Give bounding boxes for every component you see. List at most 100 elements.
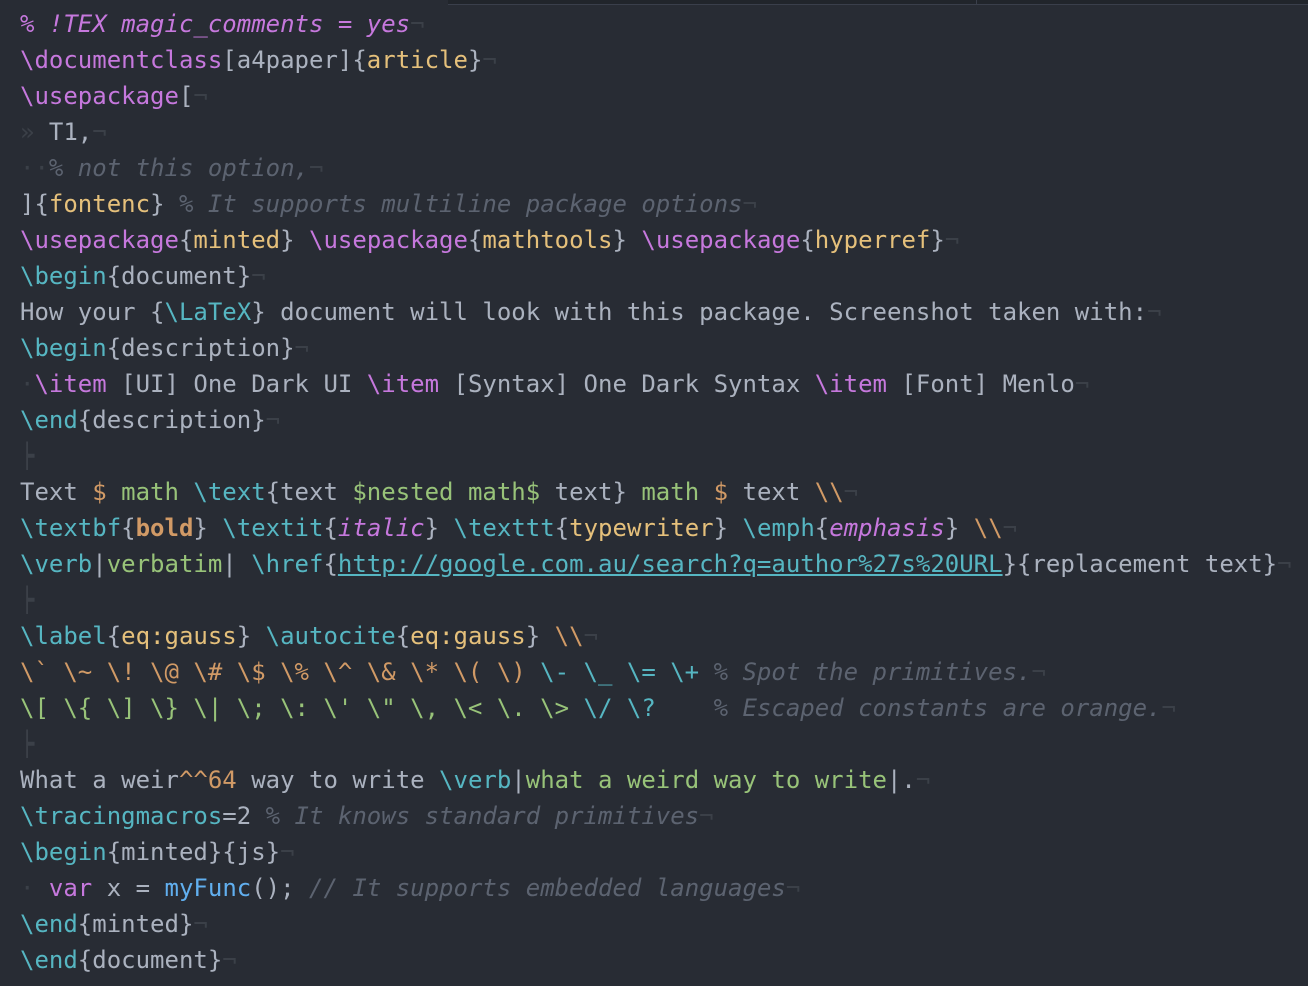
code-token: {description} bbox=[106, 334, 295, 362]
code-token: math bbox=[641, 478, 714, 506]
code-token: http://google.com.au/search?q=author%27s… bbox=[337, 550, 1003, 578]
code-line[interactable]: How your {\LaTeX} document will look wit… bbox=[20, 294, 1292, 330]
code-token: | bbox=[222, 550, 252, 578]
eol-marker: ¬ bbox=[1074, 370, 1090, 398]
eol-marker: ¬ bbox=[785, 874, 801, 902]
eol-marker: ¬ bbox=[1031, 658, 1046, 686]
code-token: % not this option, bbox=[48, 154, 309, 182]
code-token: \- \_ \= \+ bbox=[525, 658, 714, 686]
code-token: \href bbox=[251, 550, 324, 578]
code-token: % Escaped constants are orange. bbox=[670, 694, 1162, 722]
code-token: [a4paper]{ bbox=[222, 46, 367, 74]
code-token: { bbox=[323, 514, 338, 542]
code-token: \begin bbox=[20, 334, 107, 362]
code-token: } bbox=[424, 514, 454, 542]
code-token: verbatim bbox=[106, 550, 223, 578]
eol-marker: ¬ bbox=[583, 622, 599, 650]
code-token: { bbox=[814, 514, 830, 542]
code-token: // It supports embedded languages bbox=[309, 874, 786, 902]
code-token: emphasis bbox=[829, 514, 945, 542]
code-token: Text bbox=[20, 478, 93, 506]
code-token: { bbox=[800, 226, 815, 254]
code-token: % It knows standard primitives bbox=[265, 802, 700, 830]
code-line[interactable]: ┝ bbox=[20, 438, 1292, 474]
code-token: hyperref bbox=[814, 226, 931, 254]
code-token: {document} bbox=[106, 262, 252, 290]
code-token: mathtools bbox=[482, 226, 613, 254]
invisible-marker: · bbox=[20, 874, 49, 902]
code-line[interactable]: ┝ bbox=[20, 726, 1292, 762]
code-token: { bbox=[395, 622, 411, 650]
code-line[interactable]: \begin{document}¬ bbox=[20, 258, 1292, 294]
code-line[interactable]: Text $ math \text{text $nested math$ tex… bbox=[20, 474, 1292, 510]
code-line[interactable]: \` \~ \! \@ \# \$ \% \^ \& \* \( \) \- \… bbox=[20, 654, 1292, 690]
code-token: \usepackage bbox=[20, 82, 179, 110]
code-token: \begin bbox=[20, 838, 107, 866]
code-token: [Syntax] One Dark Syntax bbox=[439, 370, 815, 398]
code-text-area[interactable]: % !TEX magic_comments = yes¬ \documentcla… bbox=[20, 6, 1292, 978]
eol-marker: ¬ bbox=[742, 190, 757, 218]
code-token: \begin bbox=[20, 262, 107, 290]
code-line[interactable]: \begin{minted}{js}¬ bbox=[20, 834, 1292, 870]
code-token: \emph bbox=[742, 514, 815, 542]
code-line[interactable]: \usepackage{minted} \usepackage{mathtool… bbox=[20, 222, 1292, 258]
code-token: [UI] One Dark UI bbox=[106, 370, 367, 398]
code-token: fontenc bbox=[48, 190, 151, 218]
code-token: math bbox=[106, 478, 194, 506]
code-line[interactable]: ┝ bbox=[20, 582, 1292, 618]
code-line[interactable]: ·\item [UI] One Dark UI \item [Syntax] O… bbox=[20, 366, 1292, 402]
code-token: \` \~ \! \@ \# \$ \% \^ \& \* \( \) bbox=[20, 658, 526, 686]
code-line[interactable]: ]{fontenc} % It supports multiline packa… bbox=[20, 186, 1292, 222]
eol-marker: ¬ bbox=[1002, 514, 1018, 542]
invisible-marker: ·· bbox=[20, 154, 49, 182]
code-token: \documentclass bbox=[20, 46, 223, 74]
eol-marker: ¬ bbox=[193, 910, 208, 938]
code-line[interactable]: \textbf{bold} \textit{italic} \texttt{ty… bbox=[20, 510, 1292, 546]
code-line[interactable]: \end{document}¬ bbox=[20, 942, 1292, 978]
code-line[interactable]: % !TEX magic_comments = yes¬ bbox=[20, 6, 1292, 42]
code-token: ^^64 bbox=[178, 766, 237, 794]
code-token: } bbox=[713, 514, 743, 542]
code-line[interactable]: \label{eq:gauss} \autocite{eq:gauss} \\¬ bbox=[20, 618, 1292, 654]
code-token: } bbox=[612, 226, 642, 254]
code-token: way to write bbox=[236, 766, 440, 794]
code-line[interactable]: \end{minted}¬ bbox=[20, 906, 1292, 942]
code-line[interactable]: \tracingmacros=2 % It knows standard pri… bbox=[20, 798, 1292, 834]
code-token: minted bbox=[193, 226, 281, 254]
invisible-marker: · bbox=[20, 370, 35, 398]
code-line[interactable]: \documentclass[a4paper]{article}¬ bbox=[20, 42, 1292, 78]
code-token: typewriter bbox=[569, 514, 714, 542]
code-line[interactable]: \begin{description}¬ bbox=[20, 330, 1292, 366]
code-line[interactable]: · var x = myFunc(); // It supports embed… bbox=[20, 870, 1292, 906]
code-token: % Spot the primitives. bbox=[713, 658, 1032, 686]
code-token: \text bbox=[193, 478, 266, 506]
code-token: {minted}{js} bbox=[106, 838, 281, 866]
code-token: \label bbox=[20, 622, 107, 650]
code-token: var bbox=[48, 874, 93, 902]
code-line[interactable]: \usepackage[¬ bbox=[20, 78, 1292, 114]
code-line[interactable]: \end{description}¬ bbox=[20, 402, 1292, 438]
eol-marker: ¬ bbox=[482, 46, 497, 74]
code-token: \item bbox=[34, 370, 107, 398]
code-token: What a weir bbox=[20, 766, 179, 794]
pane-divider bbox=[976, 0, 977, 4]
code-token: \end bbox=[20, 946, 78, 974]
eol-marker: ¬ bbox=[294, 334, 309, 362]
code-token: what a weird way to write bbox=[525, 766, 887, 794]
code-token: } bbox=[525, 622, 555, 650]
code-token: \texttt bbox=[453, 514, 555, 542]
code-editor[interactable]: % !TEX magic_comments = yes¬ \documentcla… bbox=[0, 0, 1308, 986]
code-line[interactable]: » T1,¬ bbox=[20, 114, 1292, 150]
code-token: { bbox=[323, 550, 338, 578]
eol-marker: ¬ bbox=[193, 82, 208, 110]
eol-marker: ¬ bbox=[1147, 298, 1162, 326]
code-line[interactable]: \[ \{ \] \} \| \; \: \' \" \, \< \. \> \… bbox=[20, 690, 1292, 726]
code-token: | bbox=[511, 766, 526, 794]
code-token: {minted} bbox=[77, 910, 194, 938]
code-line[interactable]: What a weir^^64 way to write \verb|what … bbox=[20, 762, 1292, 798]
code-token: \\ bbox=[554, 622, 584, 650]
code-line[interactable]: \verb|verbatim| \href{http://google.com.… bbox=[20, 546, 1292, 582]
code-token: \[ \{ \] \} \| \; \: \' \" \, \< \. \> bbox=[20, 694, 570, 722]
eol-marker: ¬ bbox=[843, 478, 859, 506]
code-line[interactable]: ··% not this option,¬ bbox=[20, 150, 1292, 186]
